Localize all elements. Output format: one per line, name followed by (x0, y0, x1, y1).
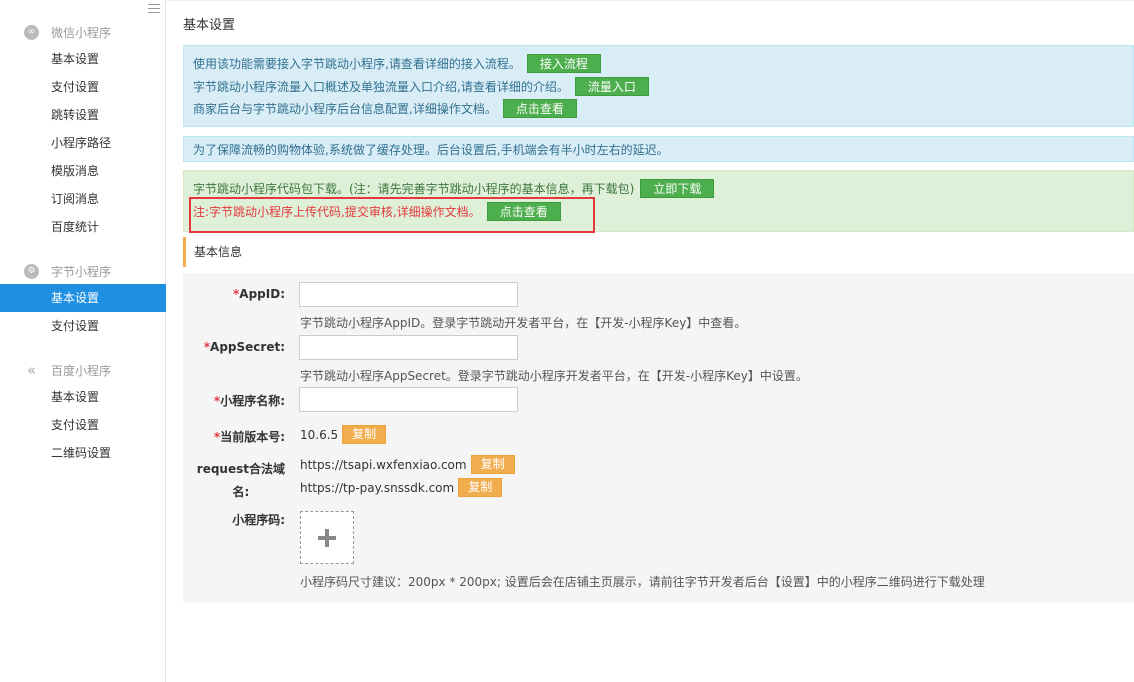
info-line: 商家后台与字节跳动小程序后台信息配置,详细操作文档。 点击查看 (193, 98, 577, 118)
access-flow-button[interactable]: 接入流程 (526, 53, 601, 73)
sidebar-item-baidu-qrcode[interactable]: 二维码设置 (0, 439, 166, 467)
sidebar-item-wechat-jump[interactable]: 跳转设置 (0, 101, 166, 129)
sidebar-item-bytedance-basic[interactable]: 基本设置 (0, 284, 166, 312)
qrcode-help: 小程序码尺寸建议：200px * 200px; 设置后会在店铺主页展示，请前往字… (300, 575, 985, 589)
request-domain-value: https://tp-pay.snssdk.com (300, 480, 455, 495)
version-value-row: 10.6.5 复制 (300, 425, 387, 444)
sidebar: ∞ 微信小程序 基本设置 支付设置 跳转设置 小程序路径 模版消息 订阅消息 百… (0, 0, 166, 682)
traffic-entry-button[interactable]: 流量入口 (574, 76, 649, 96)
download-now-button[interactable]: 立即下载 (640, 178, 715, 198)
copy-version-button[interactable]: 复制 (342, 425, 387, 444)
sidebar-group-baidu: « 百度小程序 (24, 360, 111, 380)
view-docs-button[interactable]: 点击查看 (502, 98, 577, 118)
info-line: 字节跳动小程序流量入口概述及单独流量入口介绍,请查看详细的介绍。 流量入口 (193, 76, 649, 96)
sidebar-group-bytedance: ⚙ 字节小程序 (24, 261, 111, 281)
sidebar-item-bytedance-pay[interactable]: 支付设置 (0, 312, 166, 340)
appsecret-help: 字节跳动小程序AppSecret。登录字节跳动小程序开发者平台，在【开发-小程序… (300, 369, 808, 383)
sidebar-item-baidu-basic[interactable]: 基本设置 (0, 383, 166, 411)
download-line: 字节跳动小程序代码包下载。(注：请先完善字节跳动小程序的基本信息，再下载包) 立… (193, 178, 715, 198)
qrcode-upload[interactable] (300, 511, 354, 564)
main-content: 基本设置 使用该功能需要接入字节跳动小程序,请查看详细的接入流程。 接入流程 字… (166, 0, 1134, 682)
name-input[interactable] (299, 387, 518, 412)
appid-label: *AppID: (233, 287, 285, 301)
appsecret-input[interactable] (299, 335, 518, 360)
sidebar-item-wechat-subscribe[interactable]: 订阅消息 (0, 185, 166, 213)
version-value: 10.6.5 (300, 427, 339, 442)
highlight-box (189, 197, 595, 233)
sidebar-item-wechat-path[interactable]: 小程序路径 (0, 129, 166, 157)
sidebar-item-wechat-basic[interactable]: 基本设置 (0, 45, 166, 73)
appid-input[interactable] (299, 282, 518, 307)
divider (166, 0, 1134, 1)
sidebar-group-wechat: ∞ 微信小程序 (24, 22, 111, 42)
copy-domain-button[interactable]: 复制 (470, 455, 515, 474)
request-domain-row: https://tp-pay.snssdk.com 复制 (300, 478, 503, 497)
plus-icon (318, 528, 336, 547)
appid-help: 字节跳动小程序AppID。登录字节跳动开发者平台，在【开发-小程序Key】中查看… (300, 316, 747, 330)
name-label: *小程序名称: (213, 394, 285, 408)
sidebar-item-wechat-baidu-stats[interactable]: 百度统计 (0, 213, 166, 241)
request-domain-label: request合法域 名: (196, 462, 285, 499)
request-domain-row: https://tsapi.wxfenxiao.com 复制 (300, 455, 515, 474)
form-panel: *AppID: 字节跳动小程序AppID。登录字节跳动开发者平台，在【开发-小程… (183, 273, 1134, 603)
qrcode-label: 小程序码: (232, 513, 285, 527)
gear-icon: ⚙ (24, 263, 39, 279)
copy-domain-button[interactable]: 复制 (458, 478, 503, 497)
sidebar-item-wechat-pay[interactable]: 支付设置 (0, 73, 166, 101)
sidebar-item-baidu-pay[interactable]: 支付设置 (0, 411, 166, 439)
sidebar-item-wechat-template[interactable]: 模版消息 (0, 157, 166, 185)
cache-alert-text: 为了保障流畅的购物体验,系统做了缓存处理。后台设置后,手机端会有半小时左右的延迟… (193, 142, 669, 157)
page-title: 基本设置 (183, 18, 236, 33)
request-domain-value: https://tsapi.wxfenxiao.com (300, 457, 467, 472)
cache-alert: 为了保障流畅的购物体验,系统做了缓存处理。后台设置后,手机端会有半小时左右的延迟… (183, 136, 1134, 162)
info-alert: 使用该功能需要接入字节跳动小程序,请查看详细的接入流程。 接入流程 字节跳动小程… (183, 45, 1134, 127)
link-icon: ∞ (24, 24, 39, 40)
version-label: *当前版本号: (213, 430, 285, 444)
download-alert: 字节跳动小程序代码包下载。(注：请先完善字节跳动小程序的基本信息，再下载包) 立… (183, 170, 1134, 233)
double-chevron-left-icon: « (26, 361, 37, 379)
info-line: 使用该功能需要接入字节跳动小程序,请查看详细的接入流程。 接入流程 (193, 53, 601, 73)
appsecret-label: *AppSecret: (203, 340, 285, 354)
section-title: 基本信息 (183, 237, 1134, 267)
menu-collapse-icon[interactable] (148, 4, 160, 14)
